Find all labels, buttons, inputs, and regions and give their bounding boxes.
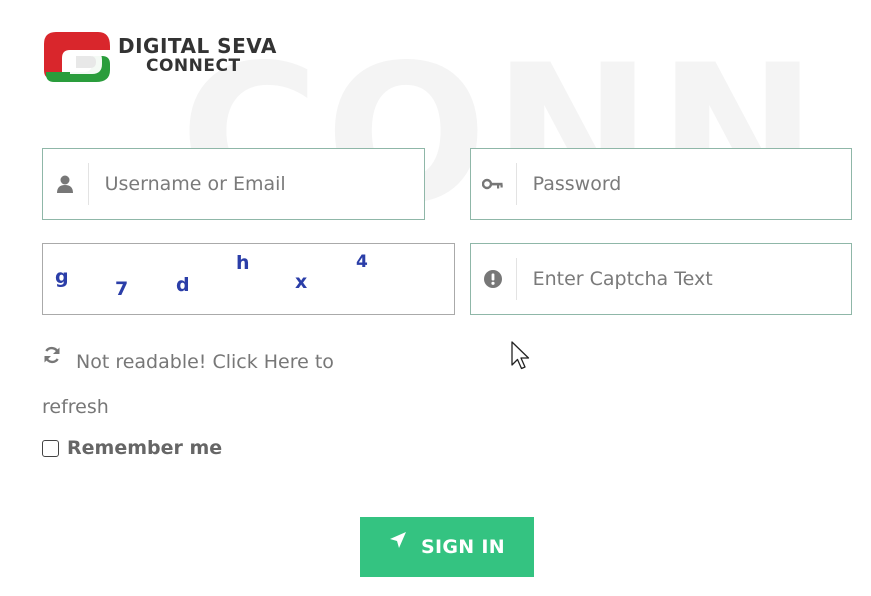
password-input[interactable] <box>516 149 851 219</box>
sign-in-button[interactable]: SIGN IN <box>360 517 534 577</box>
captcha-char: 7 <box>115 278 129 300</box>
mouse-cursor-icon <box>511 341 530 370</box>
captcha-input[interactable] <box>516 244 851 314</box>
exclamation-circle-icon <box>471 258 517 300</box>
username-field[interactable] <box>42 148 425 220</box>
logo: DIGITAL SEVA CONNECT <box>40 28 280 88</box>
captcha-char: h <box>236 252 250 274</box>
location-arrow-icon <box>389 531 407 554</box>
captcha-field[interactable] <box>470 243 852 315</box>
key-icon <box>471 163 517 205</box>
captcha-char: x <box>295 271 308 293</box>
username-input[interactable] <box>88 149 424 219</box>
captcha-char: 4 <box>356 252 368 272</box>
captcha-char: d <box>176 274 190 296</box>
logo-mark-icon <box>44 32 110 82</box>
captcha-image: g 7 d h x 4 <box>42 243 455 315</box>
captcha-refresh-link[interactable]: Not readable! Click Here to refresh <box>42 340 382 430</box>
brand-name: DIGITAL SEVA <box>118 34 277 58</box>
remember-me[interactable]: Remember me <box>42 437 222 459</box>
remember-me-label[interactable]: Remember me <box>67 437 222 459</box>
user-icon <box>43 163 89 205</box>
password-field[interactable] <box>470 148 852 220</box>
remember-me-checkbox[interactable] <box>42 439 59 457</box>
sign-in-label: SIGN IN <box>421 536 505 558</box>
captcha-char: g <box>55 266 69 288</box>
refresh-text[interactable]: Not readable! Click Here to refresh <box>42 351 334 418</box>
refresh-icon[interactable] <box>42 337 62 382</box>
brand-subname: CONNECT <box>146 56 241 76</box>
